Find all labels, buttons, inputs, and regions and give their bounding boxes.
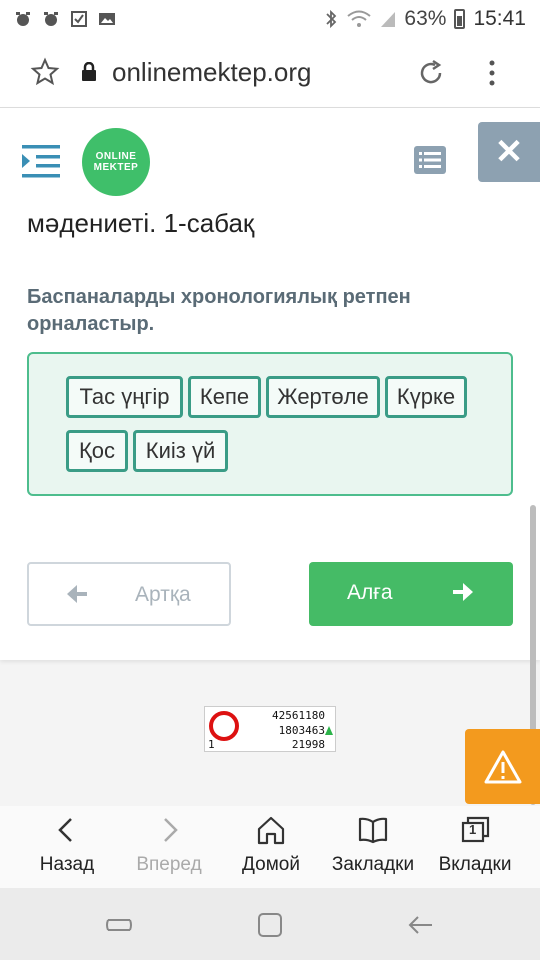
- nav-tabs[interactable]: 1 Вкладки: [421, 806, 529, 888]
- logo-line-2: MEKTEP: [93, 162, 139, 173]
- browser-toolbar: onlinemektep.org: [0, 38, 540, 108]
- answer-chip[interactable]: Күрке: [385, 376, 467, 418]
- nav-home[interactable]: Домой: [217, 806, 325, 888]
- answer-chip[interactable]: Қос: [66, 430, 128, 472]
- report-issue-button[interactable]: [465, 729, 540, 804]
- image-icon: [99, 13, 115, 25]
- nav-forward[interactable]: Вперед: [115, 806, 223, 888]
- counter-today: 1803463: [278, 724, 325, 737]
- url-field[interactable]: onlinemektep.org: [112, 57, 311, 88]
- bluetooth-icon: [326, 9, 337, 29]
- home-square-icon[interactable]: [255, 910, 285, 940]
- trend-up-icon: [325, 726, 333, 735]
- nav-forward-label: Вперед: [136, 854, 202, 875]
- lesson-title: мәдениеті. 1-сабақ: [27, 208, 255, 238]
- system-nav-bar: [0, 888, 540, 960]
- alarm-icon: [16, 12, 30, 26]
- clock: 15:41: [473, 7, 526, 30]
- close-icon: ✕: [494, 133, 524, 171]
- status-bar: 63% 15:41: [0, 0, 540, 38]
- nav-bookmarks-label: Закладки: [331, 854, 415, 875]
- visitor-counter[interactable]: 42561180 1803463 1 21998: [204, 706, 336, 752]
- reload-icon[interactable]: [416, 58, 446, 88]
- answer-drag-area[interactable]: Тас үңгір Кепе Жертөле Күрке Қос Киіз үй: [27, 352, 513, 496]
- bookmarks-book-icon: [358, 817, 388, 844]
- browser-bottom-nav: Назад Вперед Домой Закладки 1 Вкладки: [0, 806, 540, 888]
- notification-icons: [14, 10, 116, 28]
- arrow-left-icon: [67, 585, 87, 603]
- alarm-icon: [44, 12, 58, 26]
- lock-icon: [82, 62, 96, 81]
- lesson-page: ONLINE MEKTEP ✕ мәдениеті. 1-сабақ Баспа…: [0, 108, 540, 660]
- question-text: Баспаналарды хронологиялық ретпен орнала…: [27, 286, 411, 335]
- sidebar-toggle-icon[interactable]: [22, 143, 62, 179]
- answer-chip[interactable]: Кепе: [188, 376, 261, 418]
- chevron-left-icon: [58, 818, 72, 842]
- warning-icon: [484, 750, 521, 783]
- recent-apps-icon[interactable]: [104, 910, 134, 940]
- tabs-count: 1: [469, 822, 477, 837]
- close-button[interactable]: ✕: [478, 122, 540, 182]
- nav-bookmarks[interactable]: Закладки: [319, 806, 427, 888]
- chevron-right-icon: [164, 818, 178, 842]
- next-button[interactable]: Алға: [309, 562, 513, 626]
- nav-back-label: Назад: [39, 854, 95, 875]
- battery-icon: [454, 9, 466, 29]
- arrow-right-icon: [453, 583, 473, 601]
- battery-percent: 63%: [404, 7, 447, 30]
- online-mektep-logo[interactable]: ONLINE MEKTEP: [82, 128, 150, 196]
- wifi-icon: [347, 10, 372, 27]
- nav-tabs-label: Вкладки: [438, 854, 512, 875]
- counter-online-prefix: 1: [208, 738, 215, 751]
- nav-home-label: Домой: [242, 854, 300, 875]
- back-button[interactable]: Артқа: [27, 562, 231, 626]
- home-icon: [257, 816, 285, 845]
- logo-line-1: ONLINE: [95, 151, 137, 162]
- counter-total: 42561180: [272, 709, 325, 722]
- counter-online: 21998: [291, 738, 325, 751]
- bookmark-star-icon[interactable]: [30, 57, 60, 87]
- answer-chip[interactable]: Тас үңгір: [66, 376, 183, 418]
- next-button-label: Алға: [347, 581, 393, 604]
- checkbox-icon: [71, 11, 87, 27]
- signal-icon: [381, 12, 396, 27]
- back-button-label: Артқа: [135, 583, 191, 606]
- answer-chip[interactable]: Киіз үй: [133, 430, 228, 472]
- system-indicators: 63% 15:41: [324, 7, 526, 31]
- nav-back[interactable]: Назад: [13, 806, 121, 888]
- more-menu-icon[interactable]: [484, 58, 500, 88]
- counter-logo-ring: [209, 711, 239, 741]
- answer-chip[interactable]: Жертөле: [266, 376, 380, 418]
- lesson-list-icon[interactable]: [414, 146, 446, 174]
- back-arrow-icon[interactable]: [406, 910, 436, 940]
